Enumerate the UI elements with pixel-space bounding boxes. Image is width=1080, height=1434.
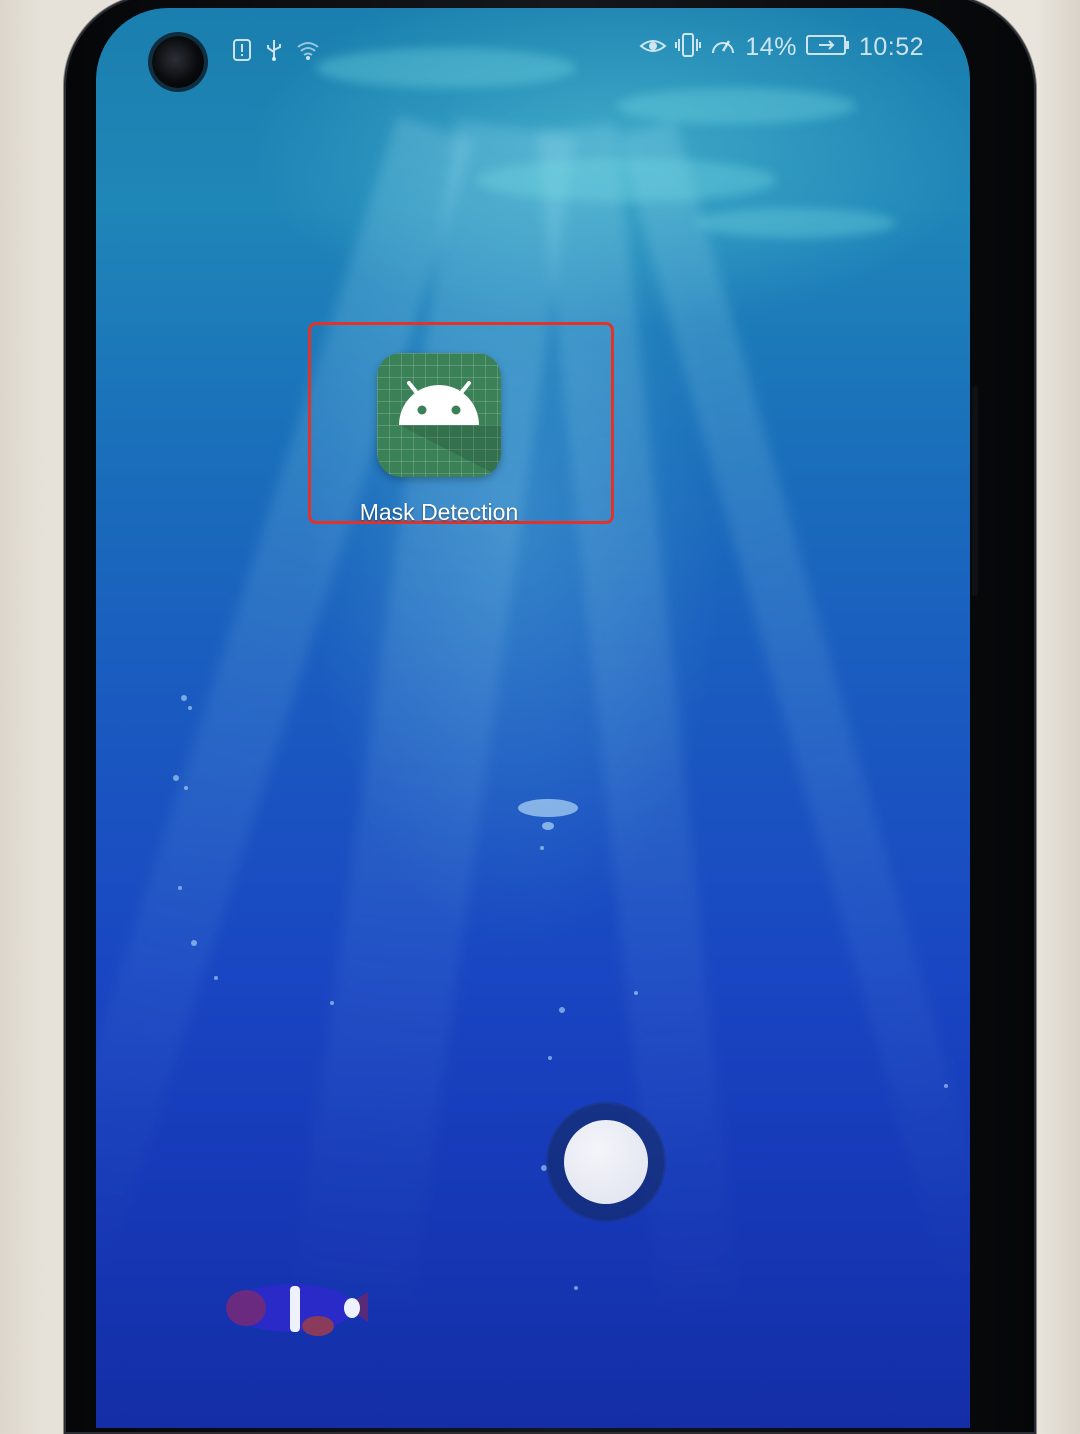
home-screen: 14% 10:52 Mask Detection bbox=[96, 8, 970, 1428]
assistive-touch-button[interactable] bbox=[548, 1104, 664, 1220]
side-button bbox=[972, 386, 978, 596]
assistive-touch-icon bbox=[564, 1120, 648, 1204]
wallpaper-bubbles bbox=[173, 695, 948, 1336]
